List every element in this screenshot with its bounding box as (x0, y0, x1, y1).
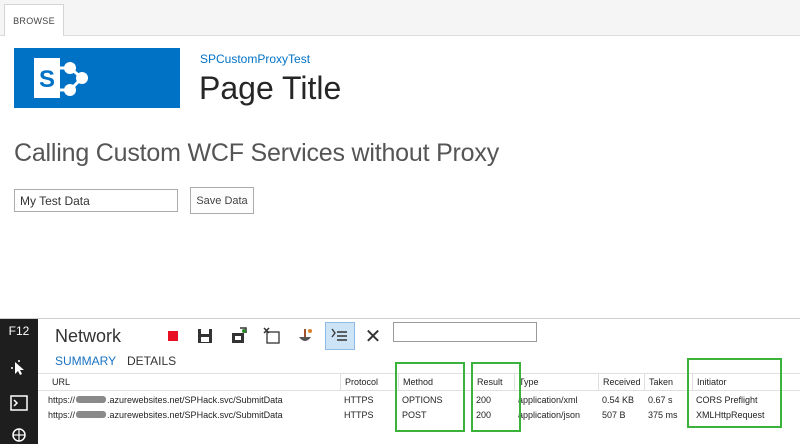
test-data-input[interactable] (14, 189, 178, 212)
initiator-highlight-box (687, 358, 782, 428)
sharepoint-logo-icon: S (34, 58, 88, 98)
page: BROWSE S SPCustomProxyTest Page Title Ca… (0, 0, 800, 444)
ribbon: BROWSE (0, 0, 800, 36)
column-header-received[interactable]: Received (598, 374, 644, 390)
taken-cell: 0.67 s (648, 394, 673, 405)
select-element-icon[interactable] (10, 359, 28, 377)
page-heading: Calling Custom WCF Services without Prox… (14, 139, 499, 167)
column-header-url[interactable]: URL (48, 374, 340, 390)
column-header-type[interactable]: Type (514, 374, 598, 390)
protocol-cell: HTTPS (344, 394, 374, 405)
tab-details[interactable]: DETAILS (127, 354, 176, 368)
stop-recording-icon (168, 331, 178, 341)
url-suffix: .azurewebsites.net/SPHack.svc/SubmitData (107, 394, 283, 405)
import-button[interactable] (226, 323, 252, 349)
taken-cell: 375 ms (648, 409, 678, 420)
always-refresh-icon (331, 328, 347, 341)
console-icon[interactable] (10, 394, 28, 412)
url-cell: https:// .azurewebsites.net/SPHack.svc/Su… (48, 407, 340, 422)
close-icon[interactable]: ✕ (360, 323, 386, 349)
always-refresh-toggle[interactable] (325, 322, 355, 350)
page-title: Page Title (199, 70, 342, 106)
import-icon (232, 327, 247, 343)
url-suffix: .azurewebsites.net/SPHack.svc/SubmitData (107, 409, 283, 420)
site-name-link[interactable]: SPCustomProxyTest (200, 52, 310, 66)
f12-label: F12 (8, 324, 30, 338)
svg-text:S: S (39, 66, 55, 93)
url-prefix: https:// (48, 409, 76, 420)
save-data-button[interactable]: Save Data (190, 187, 254, 214)
redacted-host (76, 396, 107, 403)
url-prefix: https:// (48, 394, 76, 405)
network-tool-title: Network (55, 326, 122, 346)
debugger-icon[interactable] (10, 425, 28, 443)
column-header-taken[interactable]: Taken (644, 374, 692, 390)
clear-session-button[interactable] (259, 323, 285, 349)
redacted-host (76, 411, 107, 418)
type-cell: application/xml (518, 394, 578, 405)
result-highlight-box (471, 362, 521, 432)
received-cell: 507 B (602, 409, 626, 420)
clear-cache-button[interactable] (292, 323, 318, 349)
received-cell: 0.54 KB (602, 394, 635, 405)
method-highlight-box (395, 362, 465, 432)
clear-session-icon (263, 327, 280, 344)
tab-browse[interactable]: BROWSE (4, 4, 64, 36)
url-cell: https:// .azurewebsites.net/SPHack.svc/Su… (48, 392, 340, 407)
network-filter-input[interactable] (393, 322, 537, 342)
tab-summary[interactable]: SUMMARY (55, 354, 116, 368)
column-header-protocol[interactable]: Protocol (340, 374, 398, 390)
save-icon (198, 329, 212, 343)
sharepoint-logo[interactable]: S (14, 48, 180, 108)
protocol-cell: HTTPS (344, 409, 374, 420)
f12-side-bar: F12 (0, 319, 38, 444)
clear-cache-icon (299, 329, 312, 341)
stop-recording-button[interactable] (160, 323, 186, 349)
export-button[interactable] (192, 323, 218, 349)
type-cell: application/json (518, 409, 581, 420)
